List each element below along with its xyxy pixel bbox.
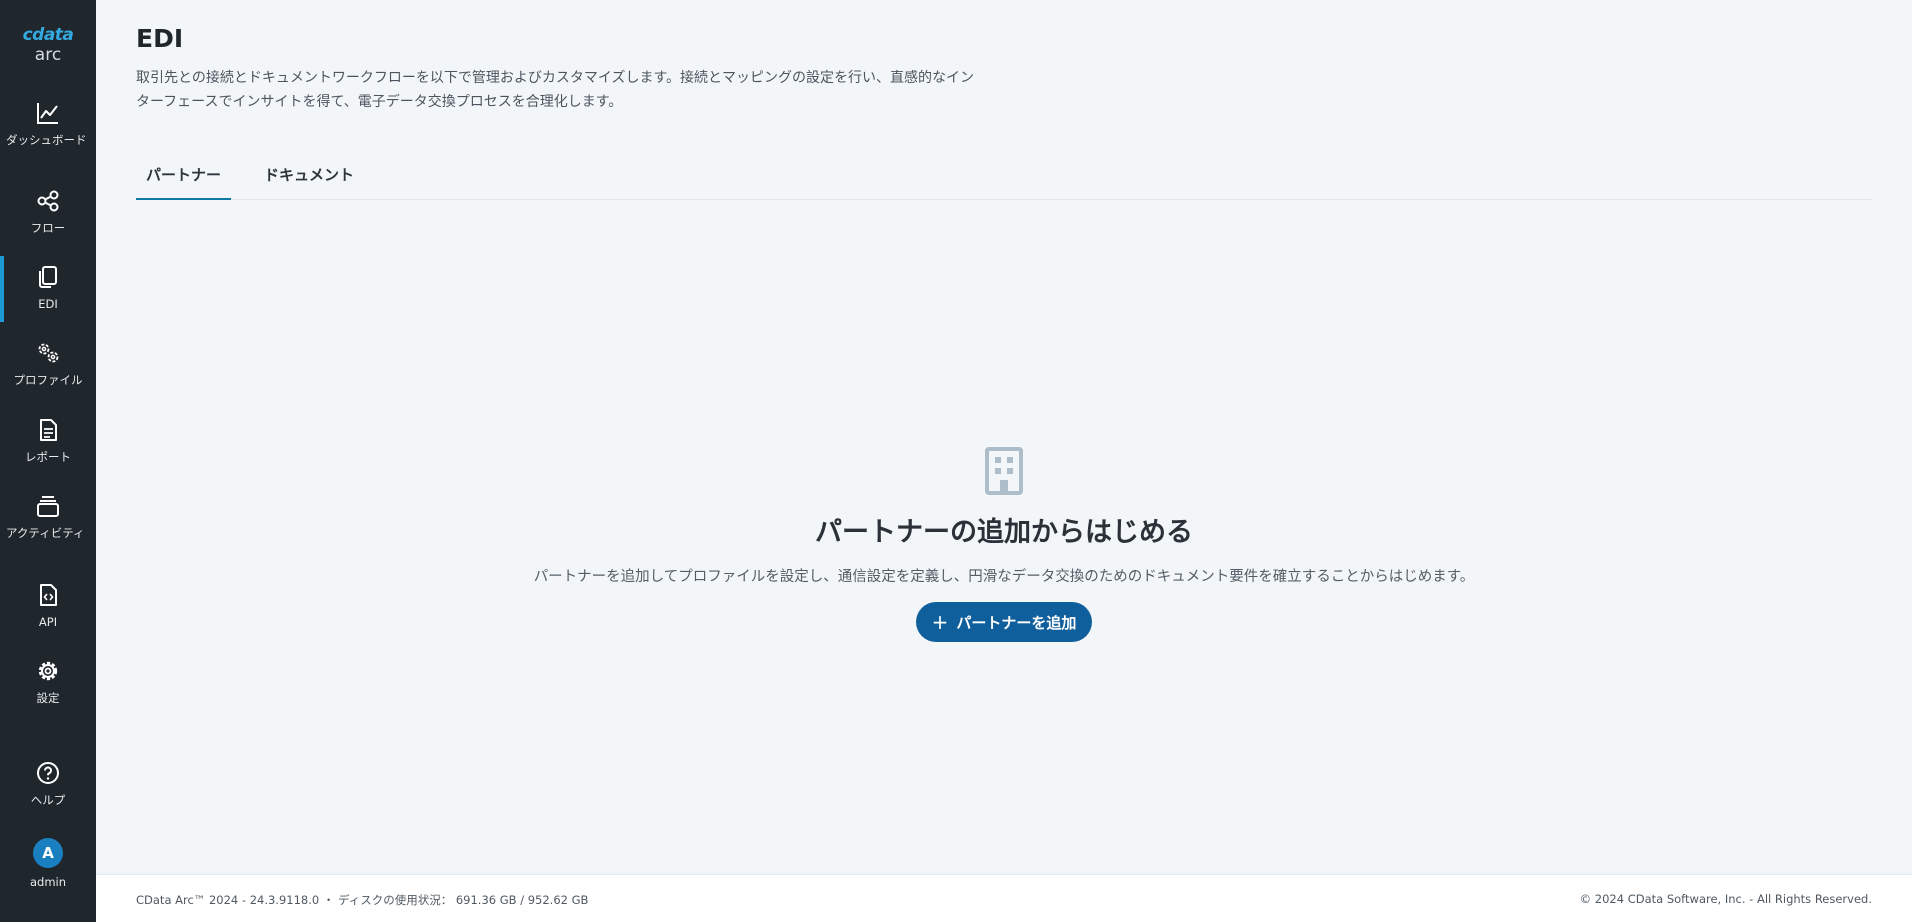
page-description: 取引先との接続とドキュメントワークフローを以下で管理およびカスタマイズします。接… (136, 70, 975, 110)
empty-state-title: パートナーの追加からはじめる (815, 517, 1193, 548)
copyright: © 2024 CData Software, Inc. - All Rights… (1579, 892, 1872, 906)
sidebar-item-profile[interactable]: プロファイル (0, 340, 96, 387)
logo-brand: cdata (22, 25, 74, 45)
user-name: admin (29, 875, 67, 889)
plus-icon: + (931, 610, 949, 634)
sidebar-item-report[interactable]: レポート (0, 417, 96, 464)
chart-line-icon (37, 103, 58, 124)
sidebar-item-settings[interactable]: 設定 (0, 658, 96, 705)
question-circle-icon (37, 762, 59, 784)
sidebar-item-label: 設定 (36, 691, 60, 705)
page-title: EDI (136, 24, 184, 53)
main-content: EDI 取引先との接続とドキュメントワークフローを以下で管理およびカスタマイズし… (96, 0, 1912, 874)
version-info: CData Arc™ 2024 - 24.3.9118.0 ・ ディスクの使用状… (136, 893, 589, 907)
sidebar-item-dashboard[interactable]: ダッシュボード (0, 100, 96, 147)
sidebar-item-label: ヘルプ (30, 793, 66, 807)
add-partner-button[interactable]: + パートナーを追加 (915, 602, 1093, 642)
stacked-cards-icon (37, 496, 59, 517)
sidebar-item-api[interactable]: API (0, 582, 96, 629)
empty-state: パートナーの追加からはじめる パートナーを追加してプロファイルを設定し、通信設定… (96, 446, 1912, 642)
sidebar-item-label: アクティビティ (6, 526, 85, 540)
empty-state-description: パートナーを追加してプロファイルを設定し、通信設定を定義し、円滑なデータ交換のた… (533, 569, 1475, 585)
footer: CData Arc™ 2024 - 24.3.9118.0 ・ ディスクの使用状… (96, 874, 1912, 922)
share-nodes-icon (37, 190, 59, 212)
code-file-icon (40, 584, 57, 606)
building-icon (985, 447, 1023, 495)
sidebar: cdata arc ダッシュボード フロー EDI プロファイル レポート アク… (0, 0, 96, 922)
copy-documents-icon (39, 266, 57, 288)
sidebar-item-label: プロファイル (13, 373, 83, 387)
sidebar-item-help[interactable]: ヘルプ (0, 760, 96, 807)
sidebar-item-label: EDI (38, 297, 58, 311)
gear-icon (38, 661, 58, 681)
sidebar-item-label: ダッシュボード (6, 133, 87, 147)
cdata-arc-logo[interactable]: cdata arc (0, 26, 96, 66)
sidebar-item-edi[interactable]: EDI (0, 256, 96, 322)
avatar: A (33, 838, 63, 868)
user-menu[interactable]: A admin (0, 838, 96, 889)
gears-icon (38, 343, 59, 363)
tab-bar: パートナー ドキュメント (136, 160, 1872, 200)
sidebar-item-label: API (38, 615, 58, 629)
logo-product: arc (34, 45, 62, 65)
tab-partners[interactable]: パートナー (136, 160, 231, 200)
tab-documents[interactable]: ドキュメント (254, 160, 364, 200)
report-document-icon (40, 419, 57, 441)
sidebar-item-activity[interactable]: アクティビティ (0, 493, 96, 540)
add-partner-button-label: パートナーを追加 (956, 613, 1077, 632)
sidebar-item-flow[interactable]: フロー (0, 188, 96, 235)
sidebar-item-label: レポート (25, 450, 71, 464)
sidebar-item-label: フロー (30, 221, 66, 235)
